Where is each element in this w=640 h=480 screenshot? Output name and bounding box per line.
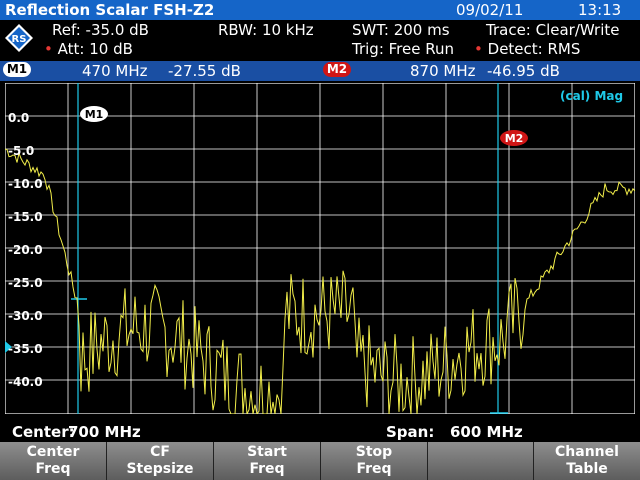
att-dot-icon: • bbox=[44, 40, 53, 58]
y-tick-label: -40.0 bbox=[8, 375, 43, 389]
detect-setting: Detect: RMS bbox=[487, 40, 581, 58]
start-freq-button[interactable]: Start Freq bbox=[214, 442, 321, 480]
y-tick-label: -25.0 bbox=[8, 276, 43, 290]
frequency-status: Center: 700 MHz Span: 600 MHz bbox=[0, 417, 640, 441]
attenuation: Att: 10 dB bbox=[57, 40, 133, 58]
y-tick-label: -35.0 bbox=[8, 342, 43, 356]
mode-label: (cal) Mag bbox=[560, 89, 624, 103]
trace-plot[interactable]: M1 M2 bbox=[5, 83, 635, 414]
time-display: 13:13 bbox=[578, 1, 622, 19]
title-bar: Reflection Scalar FSH-Z2 09/02/11 13:13 bbox=[0, 0, 640, 20]
softkey-label: Table bbox=[566, 461, 608, 477]
rs-logo-icon: RS bbox=[5, 24, 33, 52]
softkey-bar: Center Freq CF Stepsize Start Freq Stop Freq… bbox=[0, 442, 640, 480]
m1-symbol-label: M1 bbox=[85, 108, 104, 121]
m1-frequency: 470 MHz bbox=[82, 62, 148, 80]
softkey-label: Center bbox=[26, 444, 80, 460]
swt-setting: SWT: 200 ms bbox=[352, 21, 450, 39]
center-freq-button[interactable]: Center Freq bbox=[0, 442, 107, 480]
trig-setting: Trig: Free Run bbox=[352, 40, 454, 58]
date-display: 09/02/11 bbox=[456, 1, 524, 19]
m2-badge[interactable]: M2 bbox=[323, 62, 351, 77]
rbw-setting: RBW: 10 kHz bbox=[218, 21, 314, 39]
ref-level: Ref: -35.0 dB bbox=[52, 21, 149, 39]
softkey-label: Freq bbox=[35, 461, 71, 477]
m2-level: -46.95 dB bbox=[487, 62, 560, 80]
y-tick-label: -10.0 bbox=[8, 177, 43, 191]
app-title: Reflection Scalar FSH-Z2 bbox=[5, 1, 215, 19]
y-tick-label: 0.0 bbox=[8, 111, 30, 125]
y-tick-label: -30.0 bbox=[8, 309, 43, 323]
m2-marker-symbol[interactable]: M2 bbox=[500, 130, 528, 146]
center-value[interactable]: 700 MHz bbox=[68, 423, 141, 441]
softkey-label: CF bbox=[150, 444, 170, 460]
cf-stepsize-button[interactable]: CF Stepsize bbox=[107, 442, 214, 480]
channel-table-button[interactable]: Channel Table bbox=[534, 442, 640, 480]
detect-dot-icon: • bbox=[474, 40, 483, 58]
trace-setting: Trace: Clear/Write bbox=[486, 21, 620, 39]
m2-frequency: 870 MHz bbox=[410, 62, 476, 80]
detect-row: • Detect: RMS bbox=[474, 40, 580, 58]
m1-level: -27.55 dB bbox=[168, 62, 241, 80]
span-value[interactable]: 600 MHz bbox=[450, 423, 523, 441]
span-label: Span: bbox=[386, 423, 435, 441]
m1-marker-symbol[interactable]: M1 bbox=[80, 106, 108, 122]
empty-softkey[interactable] bbox=[428, 442, 534, 480]
softkey-label: Freq bbox=[249, 461, 285, 477]
y-tick-label: -20.0 bbox=[8, 243, 43, 257]
softkey-label: Channel bbox=[555, 444, 619, 460]
y-tick-label: -5.0 bbox=[8, 144, 35, 158]
softkey-label: Start bbox=[247, 444, 287, 460]
y-tick-label: -15.0 bbox=[8, 210, 43, 224]
stop-freq-button[interactable]: Stop Freq bbox=[321, 442, 428, 480]
softkey-label: Stepsize bbox=[126, 461, 194, 477]
m2-symbol-label: M2 bbox=[505, 132, 524, 145]
softkey-label: Stop bbox=[355, 444, 393, 460]
center-label: Center: bbox=[12, 423, 75, 441]
att-row: • Att: 10 dB bbox=[44, 40, 133, 58]
marker-bar: M1 470 MHz -27.55 dB M2 870 MHz -46.95 d… bbox=[0, 61, 640, 81]
svg-text:RS: RS bbox=[12, 34, 27, 45]
settings-panel: Ref: -35.0 dB • Att: 10 dB RBW: 10 kHz S… bbox=[0, 20, 640, 62]
m1-badge[interactable]: M1 bbox=[3, 62, 31, 77]
softkey-label: Freq bbox=[356, 461, 392, 477]
